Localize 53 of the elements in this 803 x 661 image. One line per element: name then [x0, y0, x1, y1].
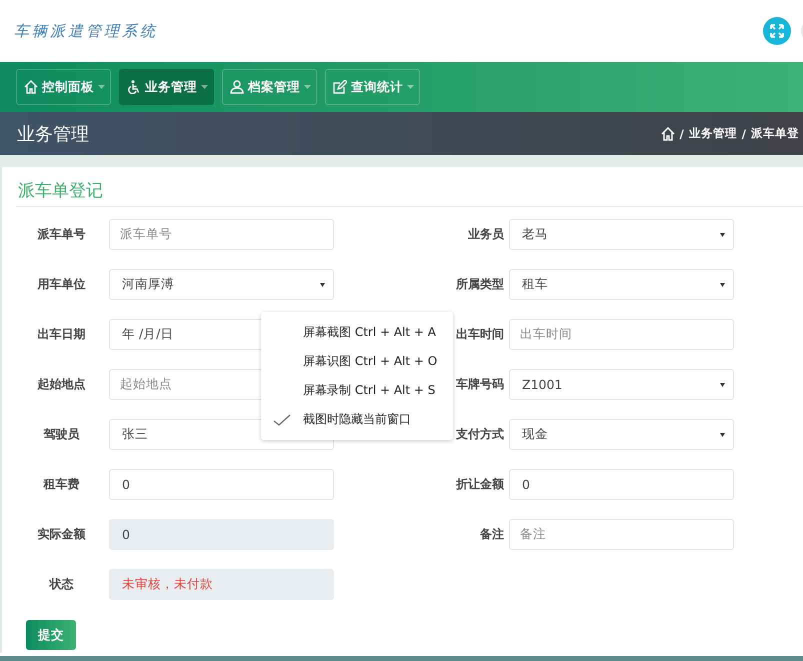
input-field[interactable]: 0 [109, 469, 334, 500]
select-field[interactable]: 现金 [509, 419, 734, 450]
select-field[interactable]: 老马 [509, 219, 734, 250]
submit-button[interactable]: 提交 [26, 620, 76, 650]
status-field: 未审核，未付款 [109, 569, 334, 600]
expand-icon [770, 24, 784, 38]
nav-menu-button[interactable]: 档案管理 [222, 69, 317, 105]
caret-icon [720, 282, 725, 286]
input-field: 0 [109, 519, 334, 550]
caret-icon [720, 382, 725, 386]
app-logo: 车辆派遣管理系统 [14, 22, 158, 40]
field-label: 起始地点 [38, 376, 86, 393]
field-label: 驾驶员 [44, 426, 80, 443]
field-label: 业务员 [468, 226, 504, 243]
field-label: 状态 [50, 576, 74, 593]
breadcrumb-link[interactable]: 业务管理 [688, 126, 737, 141]
caret-icon [720, 432, 725, 436]
breadcrumb-separator: / [680, 126, 684, 140]
caret-icon [407, 85, 414, 89]
caret-icon [201, 85, 208, 89]
wheelchair-icon [127, 80, 141, 94]
select-field[interactable]: 租车 [509, 269, 734, 300]
select-field[interactable]: Z1001 [509, 369, 734, 400]
field-label: 用车单位 [38, 276, 86, 293]
field-label: 租车费 [44, 476, 80, 493]
user-icon [230, 80, 244, 94]
input-field[interactable]: 0 [509, 469, 734, 500]
breadcrumb-separator: / [742, 126, 746, 140]
field-label: 所属类型 [456, 276, 504, 293]
card-title: 派车单登记 [16, 167, 803, 207]
edit-icon [333, 80, 347, 94]
field-label: 出车日期 [38, 326, 86, 343]
input-field[interactable]: 出车时间 [509, 319, 734, 350]
nav-menu-button[interactable]: 业务管理 [119, 69, 214, 105]
breadcrumb-link[interactable]: 派车单登 [751, 126, 799, 141]
field-label: 实际金额 [38, 526, 86, 543]
field-label: 出车时间 [456, 326, 504, 343]
caret-icon [320, 282, 325, 286]
input-field[interactable]: 备注 [509, 519, 734, 550]
select-field[interactable]: 河南厚溥 [109, 269, 334, 300]
input-field[interactable]: 派车单号 [109, 219, 334, 250]
page-title: 业务管理 [17, 122, 89, 146]
field-label: 支付方式 [456, 426, 504, 443]
field-label: 车牌号码 [456, 376, 504, 393]
home-icon [24, 80, 38, 94]
home-icon[interactable] [660, 126, 675, 140]
caret-icon [304, 85, 311, 89]
field-label: 备注 [480, 526, 504, 543]
nav-menu-button[interactable]: 控制面板 [16, 69, 111, 105]
caret-icon [98, 85, 105, 89]
field-label: 折让金额 [456, 476, 504, 493]
caret-icon [720, 232, 725, 236]
field-label: 派车单号 [38, 226, 86, 243]
